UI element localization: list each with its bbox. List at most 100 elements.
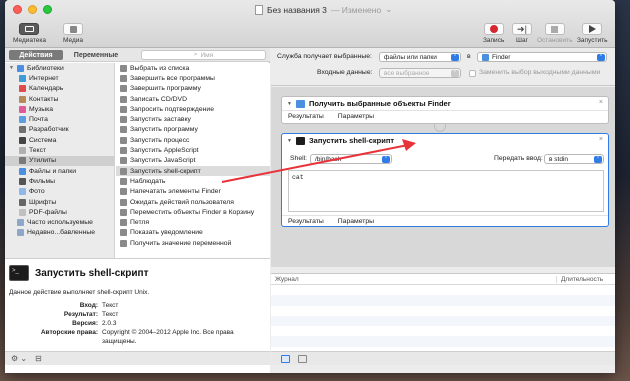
category-item[interactable]: Фильмы bbox=[5, 176, 114, 186]
action-item[interactable]: Наблюдать bbox=[116, 176, 270, 186]
action-icon bbox=[120, 95, 127, 103]
replace-checkbox[interactable] bbox=[469, 70, 476, 77]
close-icon[interactable]: × bbox=[599, 99, 603, 106]
action-item[interactable]: Получить значение переменной bbox=[116, 238, 270, 248]
category-item[interactable]: Музыка bbox=[5, 104, 114, 114]
action-item[interactable]: Запустить AppleScript bbox=[116, 145, 270, 155]
action-item[interactable]: Ожидать действий пользователя bbox=[116, 197, 270, 207]
description-text: Данное действие выполняет shell-скрипт U… bbox=[9, 289, 150, 296]
record-button[interactable]: Запись bbox=[483, 23, 504, 44]
input-value: все выбранное bbox=[384, 69, 430, 77]
log-pane: Журнал Длительность bbox=[271, 273, 615, 353]
category-label: Календарь bbox=[29, 85, 64, 93]
category-item[interactable]: Фото bbox=[5, 187, 114, 197]
action-label: Запустить shell-скрипт bbox=[130, 167, 201, 175]
category-icon bbox=[19, 136, 26, 144]
action-item[interactable]: Завершить все программы bbox=[116, 73, 270, 83]
search-input[interactable]: ⌕ Имя bbox=[141, 50, 266, 60]
zoom-window-button[interactable] bbox=[43, 5, 52, 14]
pass-input-select[interactable]: в stdin ⌃ bbox=[544, 154, 604, 164]
category-label: Библиотеки bbox=[27, 64, 64, 72]
close-window-button[interactable] bbox=[13, 5, 22, 14]
category-item[interactable]: Часто используемые bbox=[5, 217, 114, 227]
meta-copyright-label: Авторские права: bbox=[40, 329, 98, 336]
category-item[interactable]: Текст bbox=[5, 145, 114, 155]
service-type-select[interactable]: файлы или папки ⌃ bbox=[379, 52, 461, 62]
run-button[interactable]: Запустить bbox=[577, 23, 607, 44]
params-tab[interactable]: Параметры bbox=[338, 113, 374, 120]
chevron-down-icon: ⌃ bbox=[451, 70, 459, 77]
in-label: в bbox=[467, 53, 471, 60]
category-item[interactable]: Система bbox=[5, 135, 114, 145]
shell-select[interactable]: /bin/bash ⌃ bbox=[310, 154, 392, 164]
replace-label: Заменить выбор выходными данными bbox=[479, 69, 601, 76]
results-tab[interactable]: Результаты bbox=[288, 218, 324, 225]
library-button[interactable]: Медиатека bbox=[13, 23, 46, 44]
category-label: Утилиты bbox=[29, 157, 56, 165]
category-item[interactable]: Утилиты bbox=[5, 155, 114, 166]
app-select[interactable]: Finder ⌃ bbox=[477, 52, 607, 62]
action-item[interactable]: Выбрать из списка bbox=[116, 63, 270, 73]
category-item[interactable]: Недавно...бавленные bbox=[5, 228, 114, 238]
meta-copyright-value: Copyright © 2004–2012 Apple Inc. Все пра… bbox=[102, 329, 234, 345]
list-view-icon[interactable] bbox=[281, 354, 290, 363]
action-item[interactable]: Запустить программу bbox=[116, 125, 270, 135]
category-item[interactable]: Интернет bbox=[5, 73, 114, 83]
input-select[interactable]: все выбранное ⌃ bbox=[379, 68, 461, 78]
variables-view-icon[interactable] bbox=[298, 354, 307, 363]
action-card-get-finder-items[interactable]: ▼ Получить выбранные объекты Finder × Ре… bbox=[281, 96, 609, 124]
action-item[interactable]: Завершить программу bbox=[116, 84, 270, 94]
action-item[interactable]: Петля bbox=[116, 217, 270, 227]
pass-input-value: в stdin bbox=[549, 155, 568, 163]
media-button[interactable]: Медиа bbox=[63, 23, 83, 44]
action-item[interactable]: Напечатать элементы Finder bbox=[116, 187, 270, 197]
disclosure-triangle-icon[interactable]: ▼ bbox=[287, 101, 292, 107]
category-label: Недавно...бавленные bbox=[27, 229, 95, 237]
category-label: Файлы и папки bbox=[29, 167, 77, 175]
script-editor[interactable]: cat bbox=[288, 170, 604, 212]
category-item[interactable]: Шрифты bbox=[5, 197, 114, 207]
action-item[interactable]: Запустить заставку bbox=[116, 114, 270, 124]
chevron-down-icon: ⌃ bbox=[451, 54, 459, 61]
action-icon bbox=[120, 157, 127, 165]
log-column-journal[interactable]: Журнал bbox=[275, 276, 299, 283]
script-text[interactable]: cat bbox=[292, 174, 304, 181]
step-button[interactable]: ➜| Шаг bbox=[512, 23, 532, 44]
action-icon bbox=[120, 105, 127, 113]
window-title: Без названия 3 — Изменено ⌄ bbox=[255, 4, 392, 15]
category-item[interactable]: Календарь bbox=[5, 84, 114, 94]
category-item[interactable]: Почта bbox=[5, 114, 114, 124]
gear-icon[interactable]: ⚙︎ ⌄ bbox=[11, 354, 27, 363]
category-icon bbox=[19, 85, 26, 93]
chevron-down-icon[interactable]: ⌄ bbox=[385, 4, 392, 15]
tab-actions[interactable]: Действия bbox=[9, 50, 63, 60]
stop-button[interactable]: Остановить bbox=[537, 23, 572, 44]
toggle-description-icon[interactable]: ⊟ bbox=[35, 354, 42, 363]
library-bottom-bar: ⚙︎ ⌄ ⊟ bbox=[5, 351, 270, 365]
category-item[interactable]: Разработчик bbox=[5, 125, 114, 135]
action-item[interactable]: Запустить процесс bbox=[116, 135, 270, 145]
log-column-duration[interactable]: Длительность bbox=[556, 276, 603, 283]
disclosure-triangle-icon[interactable]: ▼ bbox=[287, 138, 292, 144]
action-card-run-shell-script[interactable]: ▼ Запустить shell-скрипт × Shell: /bin/b… bbox=[281, 133, 609, 227]
category-item[interactable]: PDF-файлы bbox=[5, 207, 114, 217]
action-label: Петля bbox=[130, 219, 150, 227]
action-item[interactable]: Записать CD/DVD bbox=[116, 94, 270, 104]
action-item[interactable]: Запросить подтверждение bbox=[116, 104, 270, 114]
action-item[interactable]: Переместить объекты Finder в Корзину bbox=[116, 207, 270, 217]
action-item[interactable]: Запустить JavaScript bbox=[116, 156, 270, 166]
category-item[interactable]: Файлы и папки bbox=[5, 166, 114, 176]
results-tab[interactable]: Результаты bbox=[288, 113, 324, 120]
log-header: Журнал Длительность bbox=[271, 274, 615, 285]
close-icon[interactable]: × bbox=[599, 136, 603, 143]
minimize-window-button[interactable] bbox=[28, 5, 37, 14]
action-label: Завершить программу bbox=[130, 85, 201, 93]
category-item[interactable]: Контакты bbox=[5, 94, 114, 104]
tab-variables[interactable]: Переменные bbox=[65, 50, 127, 60]
action-label: Запустить заставку bbox=[130, 116, 191, 124]
action-item[interactable]: Запустить shell-скрипт bbox=[116, 165, 270, 177]
category-item[interactable]: ▼ Библиотеки bbox=[5, 63, 114, 73]
pass-input-label: Передать ввод: bbox=[494, 155, 543, 162]
action-item[interactable]: Показать уведомление bbox=[116, 228, 270, 238]
params-tab[interactable]: Параметры bbox=[338, 218, 374, 225]
